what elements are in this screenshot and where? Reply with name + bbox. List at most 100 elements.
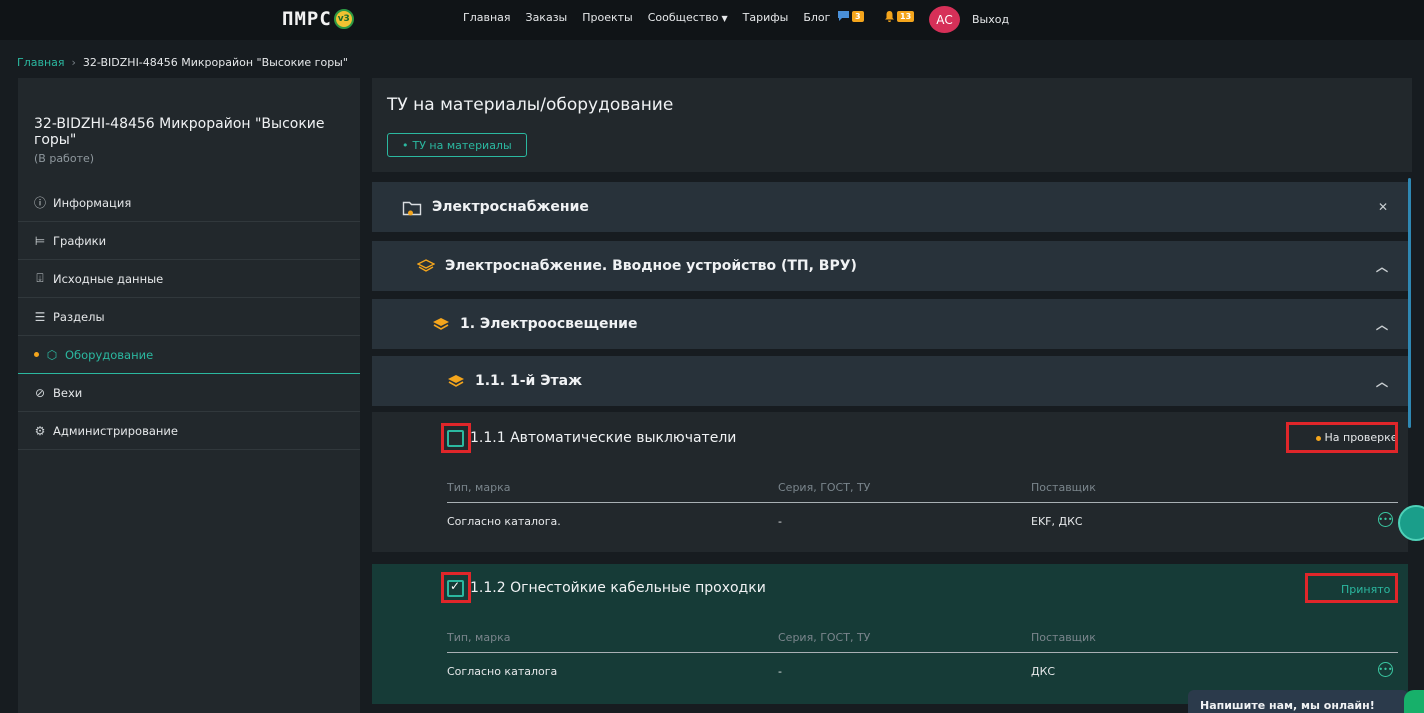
sidebar-item-label: Вехи bbox=[53, 385, 83, 400]
sidebar: 32-BIDZHI-48456 Микрорайон "Высокие горы… bbox=[18, 78, 360, 713]
chat-online-indicator bbox=[1404, 690, 1424, 713]
subgroup-title: 1.1. 1-й Этаж bbox=[475, 373, 582, 389]
column-header-supplier: Поставщик bbox=[1031, 631, 1096, 644]
highlight-box bbox=[1286, 422, 1398, 453]
active-dot bbox=[34, 352, 39, 357]
nav-blog[interactable]: Блог bbox=[803, 11, 830, 24]
group-row[interactable]: 1. Электроосвещение ︿ bbox=[372, 299, 1408, 349]
folder-icon bbox=[402, 199, 422, 216]
sidebar-item-label: Администрирование bbox=[53, 423, 178, 438]
cell-series: - bbox=[778, 515, 782, 528]
info-icon: ⓘ bbox=[34, 196, 47, 210]
logo[interactable]: ПМРС v3 bbox=[282, 8, 354, 30]
group-title: 1. Электроосвещение bbox=[460, 316, 638, 332]
sidebar-item-milestones[interactable]: ⊘ Вехи bbox=[18, 374, 360, 412]
sidebar-item-label: Разделы bbox=[53, 309, 105, 324]
cell-type: Согласно каталога bbox=[447, 665, 558, 678]
logout-link[interactable]: Выход bbox=[972, 13, 1009, 26]
sidebar-item-label: Графики bbox=[53, 233, 107, 248]
sidebar-item-sections[interactable]: ☰ Разделы bbox=[18, 298, 360, 336]
notifications-button[interactable]: 13 bbox=[884, 10, 915, 22]
breadcrumb-home[interactable]: Главная bbox=[17, 56, 65, 69]
chevron-down-icon: ▼ bbox=[721, 14, 728, 23]
subsection-title: Электроснабжение. Вводное устройство (ТП… bbox=[445, 258, 857, 274]
nav-community-label: Сообщество bbox=[647, 11, 719, 24]
bell-icon bbox=[885, 11, 894, 22]
layers-icon bbox=[447, 374, 465, 388]
sidebar-item-label: Исходные данные bbox=[53, 271, 164, 286]
cell-type: Согласно каталога. bbox=[447, 515, 561, 528]
sections-icon: ☰ bbox=[34, 309, 46, 324]
highlight-box bbox=[441, 423, 471, 453]
project-status: (В работе) bbox=[34, 152, 95, 165]
logo-text: ПМРС bbox=[282, 8, 332, 30]
chat-widget[interactable]: Напишите нам, мы онлайн! bbox=[1188, 690, 1408, 713]
sidebar-item-info[interactable]: ⓘ Информация bbox=[18, 184, 360, 222]
main-header: ТУ на материалы/оборудование • ТУ на мат… bbox=[372, 78, 1412, 172]
breadcrumb-separator: › bbox=[71, 56, 76, 69]
breadcrumb: Главная › 32-BIDZHI-48456 Микрорайон "Вы… bbox=[17, 56, 348, 69]
cell-series: - bbox=[778, 665, 782, 678]
logo-version-badge: v3 bbox=[333, 9, 354, 29]
nav-community[interactable]: Сообщество ▼ bbox=[648, 11, 728, 24]
highlight-box bbox=[1305, 573, 1398, 603]
messages-button[interactable]: 3 bbox=[837, 10, 864, 22]
chat-label: Напишите нам, мы онлайн! bbox=[1200, 699, 1375, 712]
sidebar-item-source-data[interactable]: ⍗ Исходные данные bbox=[18, 260, 360, 298]
section-title: Электроснабжение bbox=[432, 199, 589, 215]
subsection-row[interactable]: Электроснабжение. Вводное устройство (ТП… bbox=[372, 241, 1408, 291]
sidebar-item-label: Оборудование bbox=[65, 347, 154, 362]
filter-tag-label: ТУ на материалы bbox=[412, 138, 512, 152]
breadcrumb-current: 32-BIDZHI-48456 Микрорайон "Высокие горы… bbox=[82, 56, 348, 69]
sidebar-item-label: Информация bbox=[53, 195, 132, 210]
chevron-up-icon[interactable]: ︿ bbox=[1376, 373, 1388, 390]
cell-supplier: ДКС bbox=[1031, 665, 1056, 678]
comment-icon[interactable]: ••• bbox=[1378, 662, 1393, 677]
main-nav: Главная Заказы Проекты Сообщество ▼ Тариф… bbox=[463, 11, 845, 24]
avatar[interactable]: АС bbox=[929, 6, 960, 33]
equipment-item: 1.1.1 Автоматические выключатели На пров… bbox=[372, 412, 1408, 552]
chevron-up-icon[interactable]: ︿ bbox=[1376, 316, 1388, 333]
nav-home[interactable]: Главная bbox=[463, 11, 511, 24]
filter-tag[interactable]: • ТУ на материалы bbox=[387, 133, 527, 157]
layers-icon bbox=[417, 259, 435, 273]
scrollbar[interactable] bbox=[1408, 178, 1411, 428]
box-icon: ⬡ bbox=[46, 347, 58, 362]
gear-icon: ⚙ bbox=[34, 423, 46, 438]
nav-orders[interactable]: Заказы bbox=[526, 11, 568, 24]
chart-icon: ⊨ bbox=[34, 233, 46, 248]
column-header-type: Тип, марка bbox=[447, 481, 511, 494]
sidebar-item-equipment[interactable]: ⬡ Оборудование bbox=[18, 336, 360, 374]
page-title: ТУ на материалы/оборудование bbox=[387, 95, 674, 115]
download-icon: ⍗ bbox=[36, 271, 44, 285]
layers-icon bbox=[432, 317, 450, 331]
sidebar-item-admin[interactable]: ⚙ Администрирование bbox=[18, 412, 360, 450]
comment-icon[interactable]: ••• bbox=[1378, 512, 1393, 527]
section-row[interactable]: Электроснабжение ✕ bbox=[372, 182, 1408, 232]
check-circle-icon: ⊘ bbox=[34, 385, 46, 400]
message-icon bbox=[838, 11, 849, 21]
tag-dot: • bbox=[402, 138, 409, 152]
collapse-icon[interactable]: ✕ bbox=[1378, 200, 1388, 214]
top-bar: ПМРС v3 Главная Заказы Проекты Сообществ… bbox=[0, 0, 1424, 40]
nav-tariffs[interactable]: Тарифы bbox=[743, 11, 789, 24]
highlight-box bbox=[441, 572, 471, 603]
header-divider bbox=[447, 652, 1398, 653]
sidebar-menu: ⓘ Информация ⊨ Графики ⍗ Исходные данные… bbox=[18, 184, 360, 450]
equipment-item: 1.1.2 Огнестойкие кабельные проходки При… bbox=[372, 564, 1408, 704]
sidebar-item-charts[interactable]: ⊨ Графики bbox=[18, 222, 360, 260]
item-title: 1.1.1 Автоматические выключатели bbox=[470, 430, 737, 446]
cell-supplier: EKF, ДКС bbox=[1031, 515, 1083, 528]
header-divider bbox=[447, 502, 1398, 503]
item-title: 1.1.2 Огнестойкие кабельные проходки bbox=[470, 580, 766, 596]
project-title: 32-BIDZHI-48456 Микрорайон "Высокие горы… bbox=[34, 116, 325, 148]
column-header-supplier: Поставщик bbox=[1031, 481, 1096, 494]
chevron-up-icon[interactable]: ︿ bbox=[1376, 258, 1388, 275]
column-header-series: Серия, ГОСТ, ТУ bbox=[778, 481, 871, 494]
messages-count-badge: 3 bbox=[852, 10, 864, 22]
nav-projects[interactable]: Проекты bbox=[582, 11, 633, 24]
column-header-type: Тип, марка bbox=[447, 631, 511, 644]
notifications-count-badge: 13 bbox=[897, 10, 915, 22]
subgroup-row[interactable]: 1.1. 1-й Этаж ︿ bbox=[372, 356, 1408, 406]
column-header-series: Серия, ГОСТ, ТУ bbox=[778, 631, 871, 644]
